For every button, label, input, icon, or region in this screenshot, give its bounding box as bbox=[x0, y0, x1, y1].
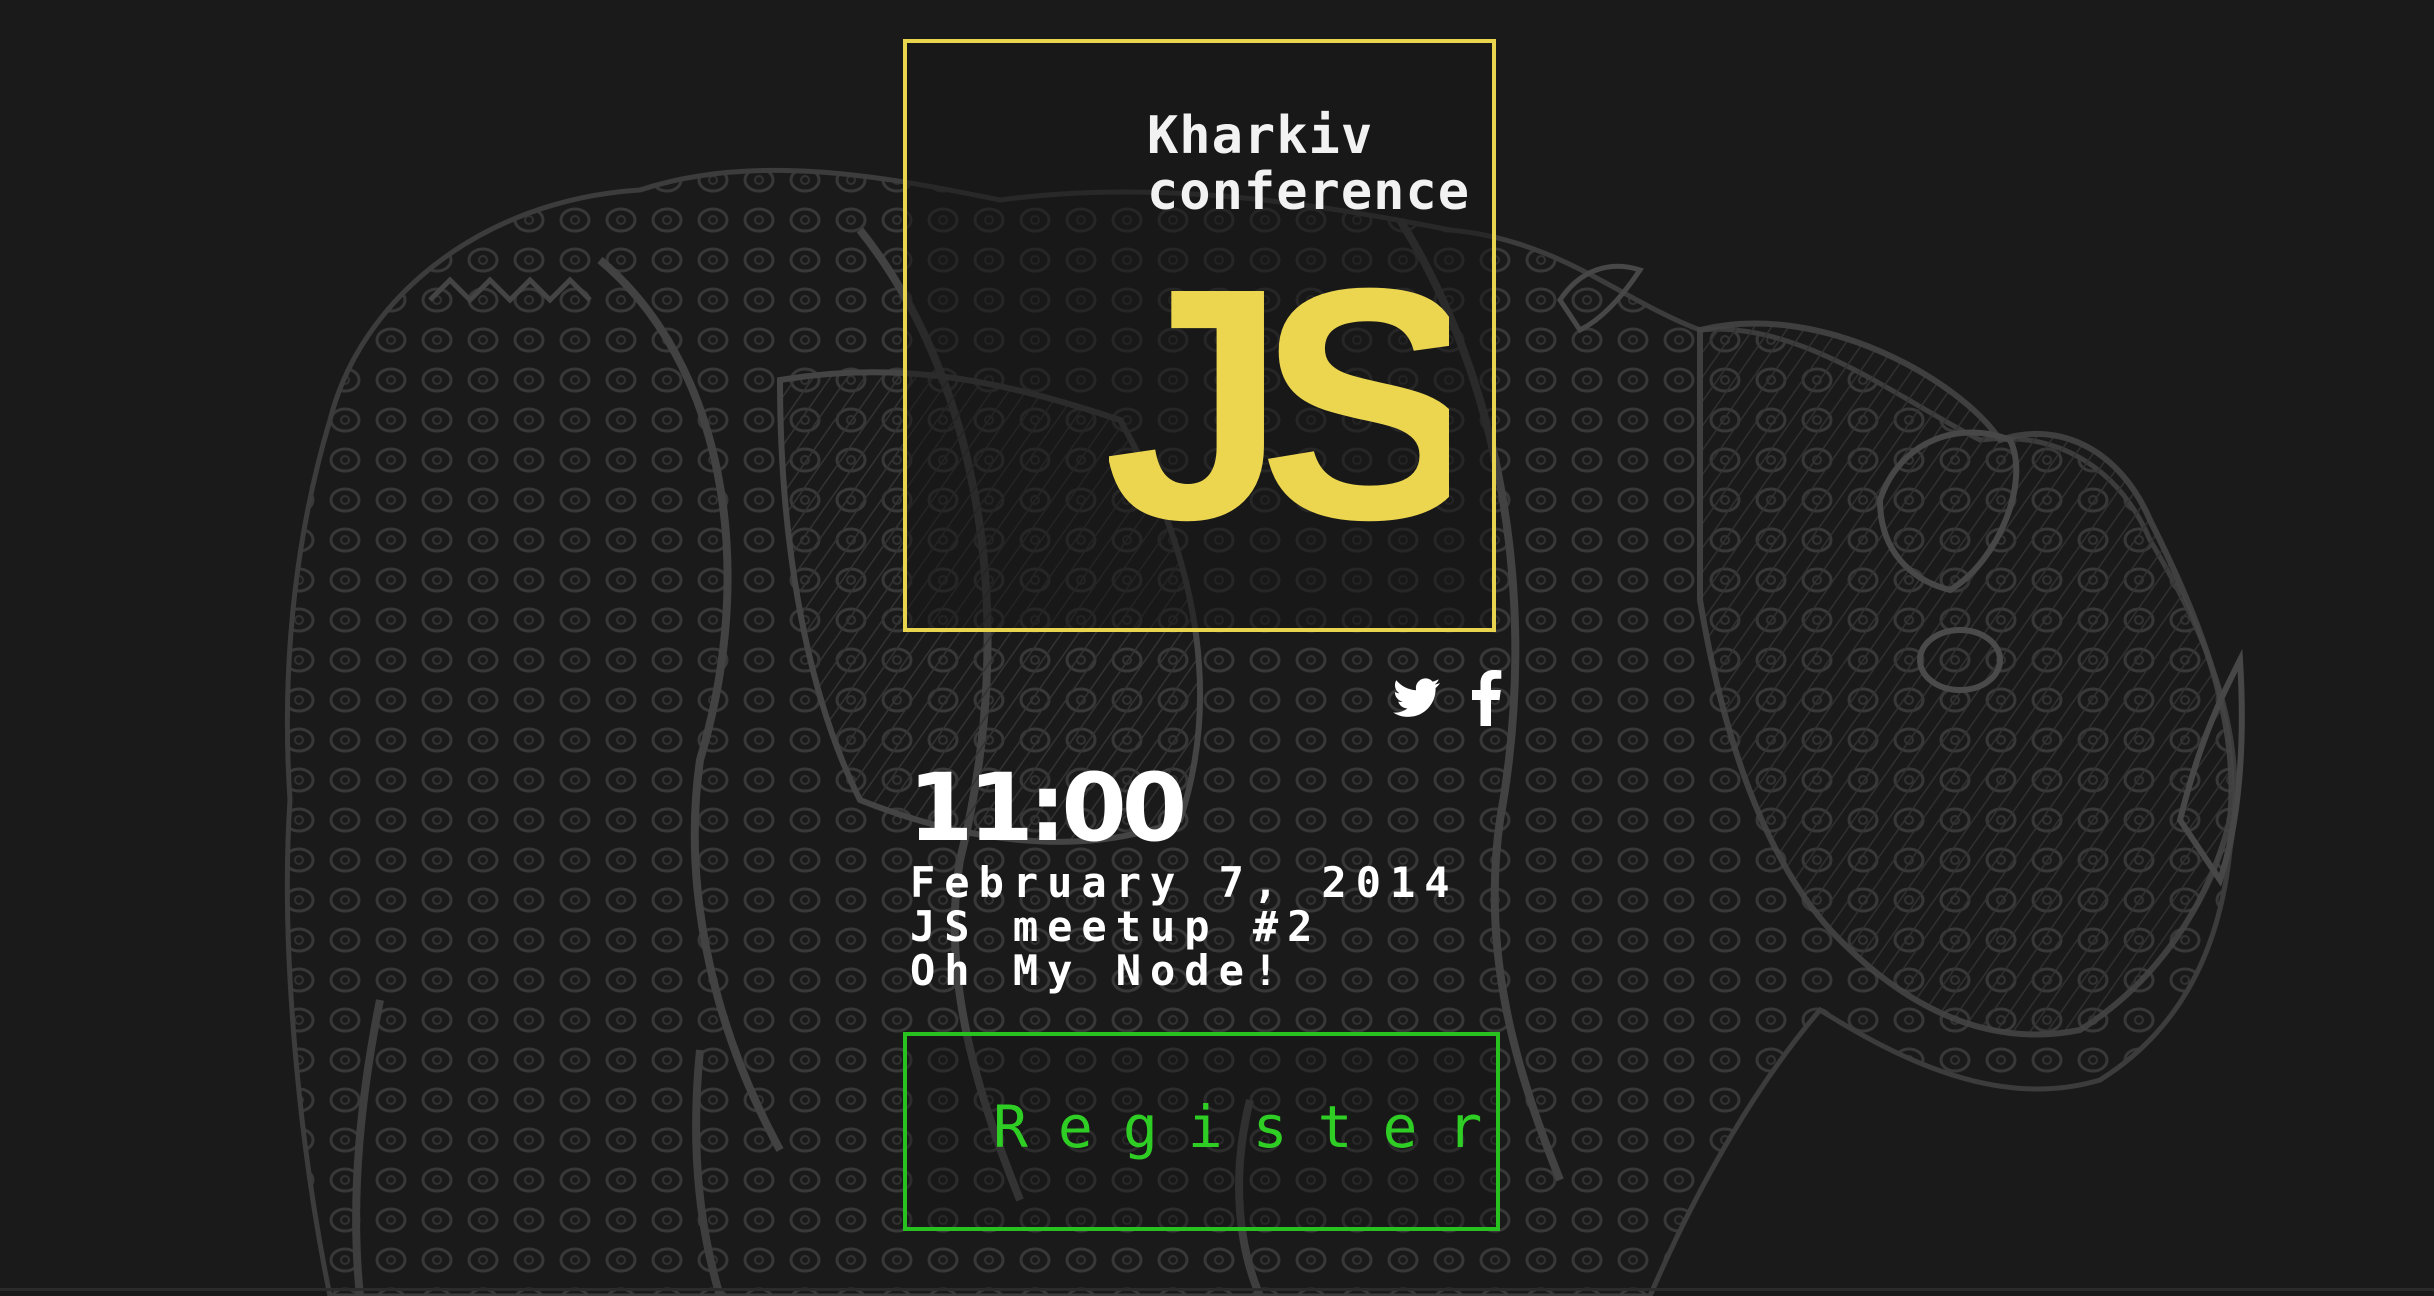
event-name: JS meetup #2 bbox=[910, 902, 1322, 951]
register-button[interactable]: Register bbox=[903, 1032, 1500, 1231]
js-logo-text: JS bbox=[1109, 219, 1449, 558]
logo-conference: conference bbox=[1147, 162, 1471, 222]
event-subtitle: Oh My Node! bbox=[910, 946, 1288, 995]
js-logo-mark: JS bbox=[1109, 219, 1449, 558]
logo-city: Kharkiv bbox=[1147, 106, 1374, 166]
twitter-icon[interactable] bbox=[1393, 670, 1441, 726]
register-label: Register bbox=[993, 1093, 1513, 1161]
divider bbox=[0, 1288, 2434, 1291]
event-date: February 7, 2014 bbox=[910, 858, 1459, 907]
event-time: 11:00 bbox=[908, 754, 1187, 863]
facebook-icon[interactable] bbox=[1472, 670, 1502, 726]
conference-logo: Kharkiv conference JS bbox=[903, 39, 1496, 632]
landing-page: Kharkiv conference JS 11:00 February 7, … bbox=[0, 0, 2434, 1296]
